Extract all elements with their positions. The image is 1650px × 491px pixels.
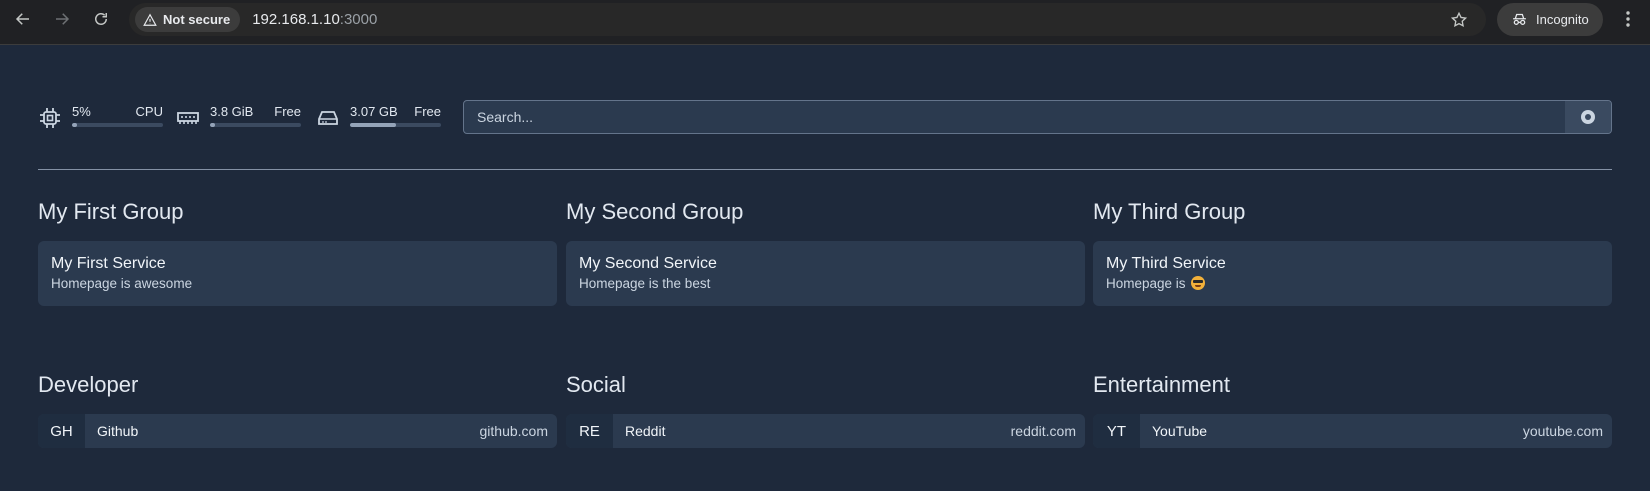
bookmark-group-social: Social RE Reddit reddit.com (566, 370, 1085, 448)
browser-menu-button[interactable] (1617, 6, 1639, 32)
bookmark-group-developer: Developer GH Github github.com (38, 370, 557, 448)
group-title: Entertainment (1093, 372, 1230, 397)
url-host: 192.168.1.10 (252, 11, 340, 28)
bookmark-name: YouTube (1152, 423, 1208, 439)
bookmark-abbr: RE (566, 414, 613, 448)
bookmark-url: reddit.com (1010, 423, 1076, 439)
search-provider-icon (1581, 110, 1595, 124)
group-title: My First Group (38, 199, 184, 224)
warning-icon (143, 13, 157, 26)
search-widget (463, 100, 1612, 134)
memory-usage-fill (210, 123, 216, 127)
disk-usage-fill (350, 123, 396, 127)
group-title: My Second Group (566, 199, 744, 224)
service-description: Homepage is the best (579, 276, 711, 291)
incognito-indicator[interactable]: Incognito (1497, 3, 1603, 36)
disk-usage-bar (350, 123, 441, 127)
site-info-button[interactable]: Not secure (135, 7, 241, 32)
bookmark-abbr: GH (38, 414, 85, 448)
arrow-right-icon (56, 13, 70, 25)
disk-value: 3.07 GB (350, 104, 398, 119)
cpu-label: CPU (135, 104, 163, 119)
hard-drive-icon (318, 111, 338, 125)
bookmark-group-entertainment: Entertainment YT YouTube youtube.com (1093, 370, 1612, 448)
search-provider-button[interactable] (1565, 101, 1611, 133)
url-text[interactable]: 192.168.1.10:3000 (252, 11, 377, 28)
service-name: My First Service (51, 255, 166, 272)
service-name: My Third Service (1106, 255, 1226, 272)
disk-widget: 3.07 GB Free (316, 104, 441, 130)
bookmark-card[interactable]: YT YouTube youtube.com (1093, 414, 1612, 448)
service-card[interactable]: My Second Service Homepage is the best (566, 241, 1085, 306)
browser-toolbar: Not secure 192.168.1.10:3000 Incognito (0, 0, 1650, 45)
service-group-3: My Third Group My Third Service Homepage… (1093, 197, 1612, 306)
sunglasses-emoji-icon (1191, 276, 1206, 290)
bookmark-card[interactable]: GH Github github.com (38, 414, 557, 448)
cpu-usage-fill (72, 123, 77, 127)
cpu-usage-bar (72, 123, 163, 127)
memory-value: 3.8 GiB (210, 104, 254, 119)
bookmark-abbr: YT (1093, 414, 1140, 448)
incognito-label: Incognito (1536, 12, 1589, 27)
bookmark-card[interactable]: RE Reddit reddit.com (566, 414, 1085, 448)
kebab-menu-icon (1626, 11, 1630, 27)
bookmark-url: github.com (479, 423, 548, 439)
forward-button[interactable] (48, 5, 76, 33)
service-name: My Second Service (579, 255, 717, 272)
cpu-value: 5% (72, 104, 91, 119)
url-port: :3000 (339, 11, 378, 28)
bookmark-url: youtube.com (1522, 423, 1603, 439)
memory-usage-bar (210, 123, 301, 127)
bookmark-star-icon[interactable] (1450, 11, 1468, 29)
not-secure-label: Not secure (163, 12, 231, 27)
service-group-2: My Second Group My Second Service Homepa… (566, 197, 1085, 306)
service-card[interactable]: My Third Service Homepage is (1093, 241, 1612, 306)
arrow-left-icon (15, 13, 29, 25)
back-button[interactable] (9, 5, 37, 33)
service-description: Homepage is (1106, 276, 1186, 291)
memory-label: Free (274, 104, 301, 119)
bookmark-name: Github (97, 423, 139, 439)
cpu-chip-icon (40, 108, 60, 128)
service-card[interactable]: My First Service Homepage is awesome (38, 241, 557, 306)
reload-icon (95, 13, 107, 25)
memory-stick-icon (177, 112, 199, 124)
group-title: Social (566, 372, 626, 397)
bookmark-name: Reddit (625, 423, 666, 439)
memory-widget: 3.8 GiB Free (176, 104, 301, 130)
group-title: Developer (38, 372, 139, 397)
group-title: My Third Group (1093, 199, 1246, 224)
incognito-icon (1513, 13, 1526, 25)
header-divider (38, 169, 1612, 170)
search-input[interactable] (464, 101, 1565, 133)
service-group-1: My First Group My First Service Homepage… (38, 197, 557, 306)
reload-button[interactable] (87, 5, 115, 33)
disk-label: Free (414, 104, 441, 119)
cpu-widget: 5% CPU (38, 104, 163, 130)
service-description-row: Homepage is (1106, 276, 1599, 291)
service-description: Homepage is awesome (51, 276, 193, 291)
address-bar[interactable]: Not secure 192.168.1.10:3000 (129, 3, 1486, 36)
